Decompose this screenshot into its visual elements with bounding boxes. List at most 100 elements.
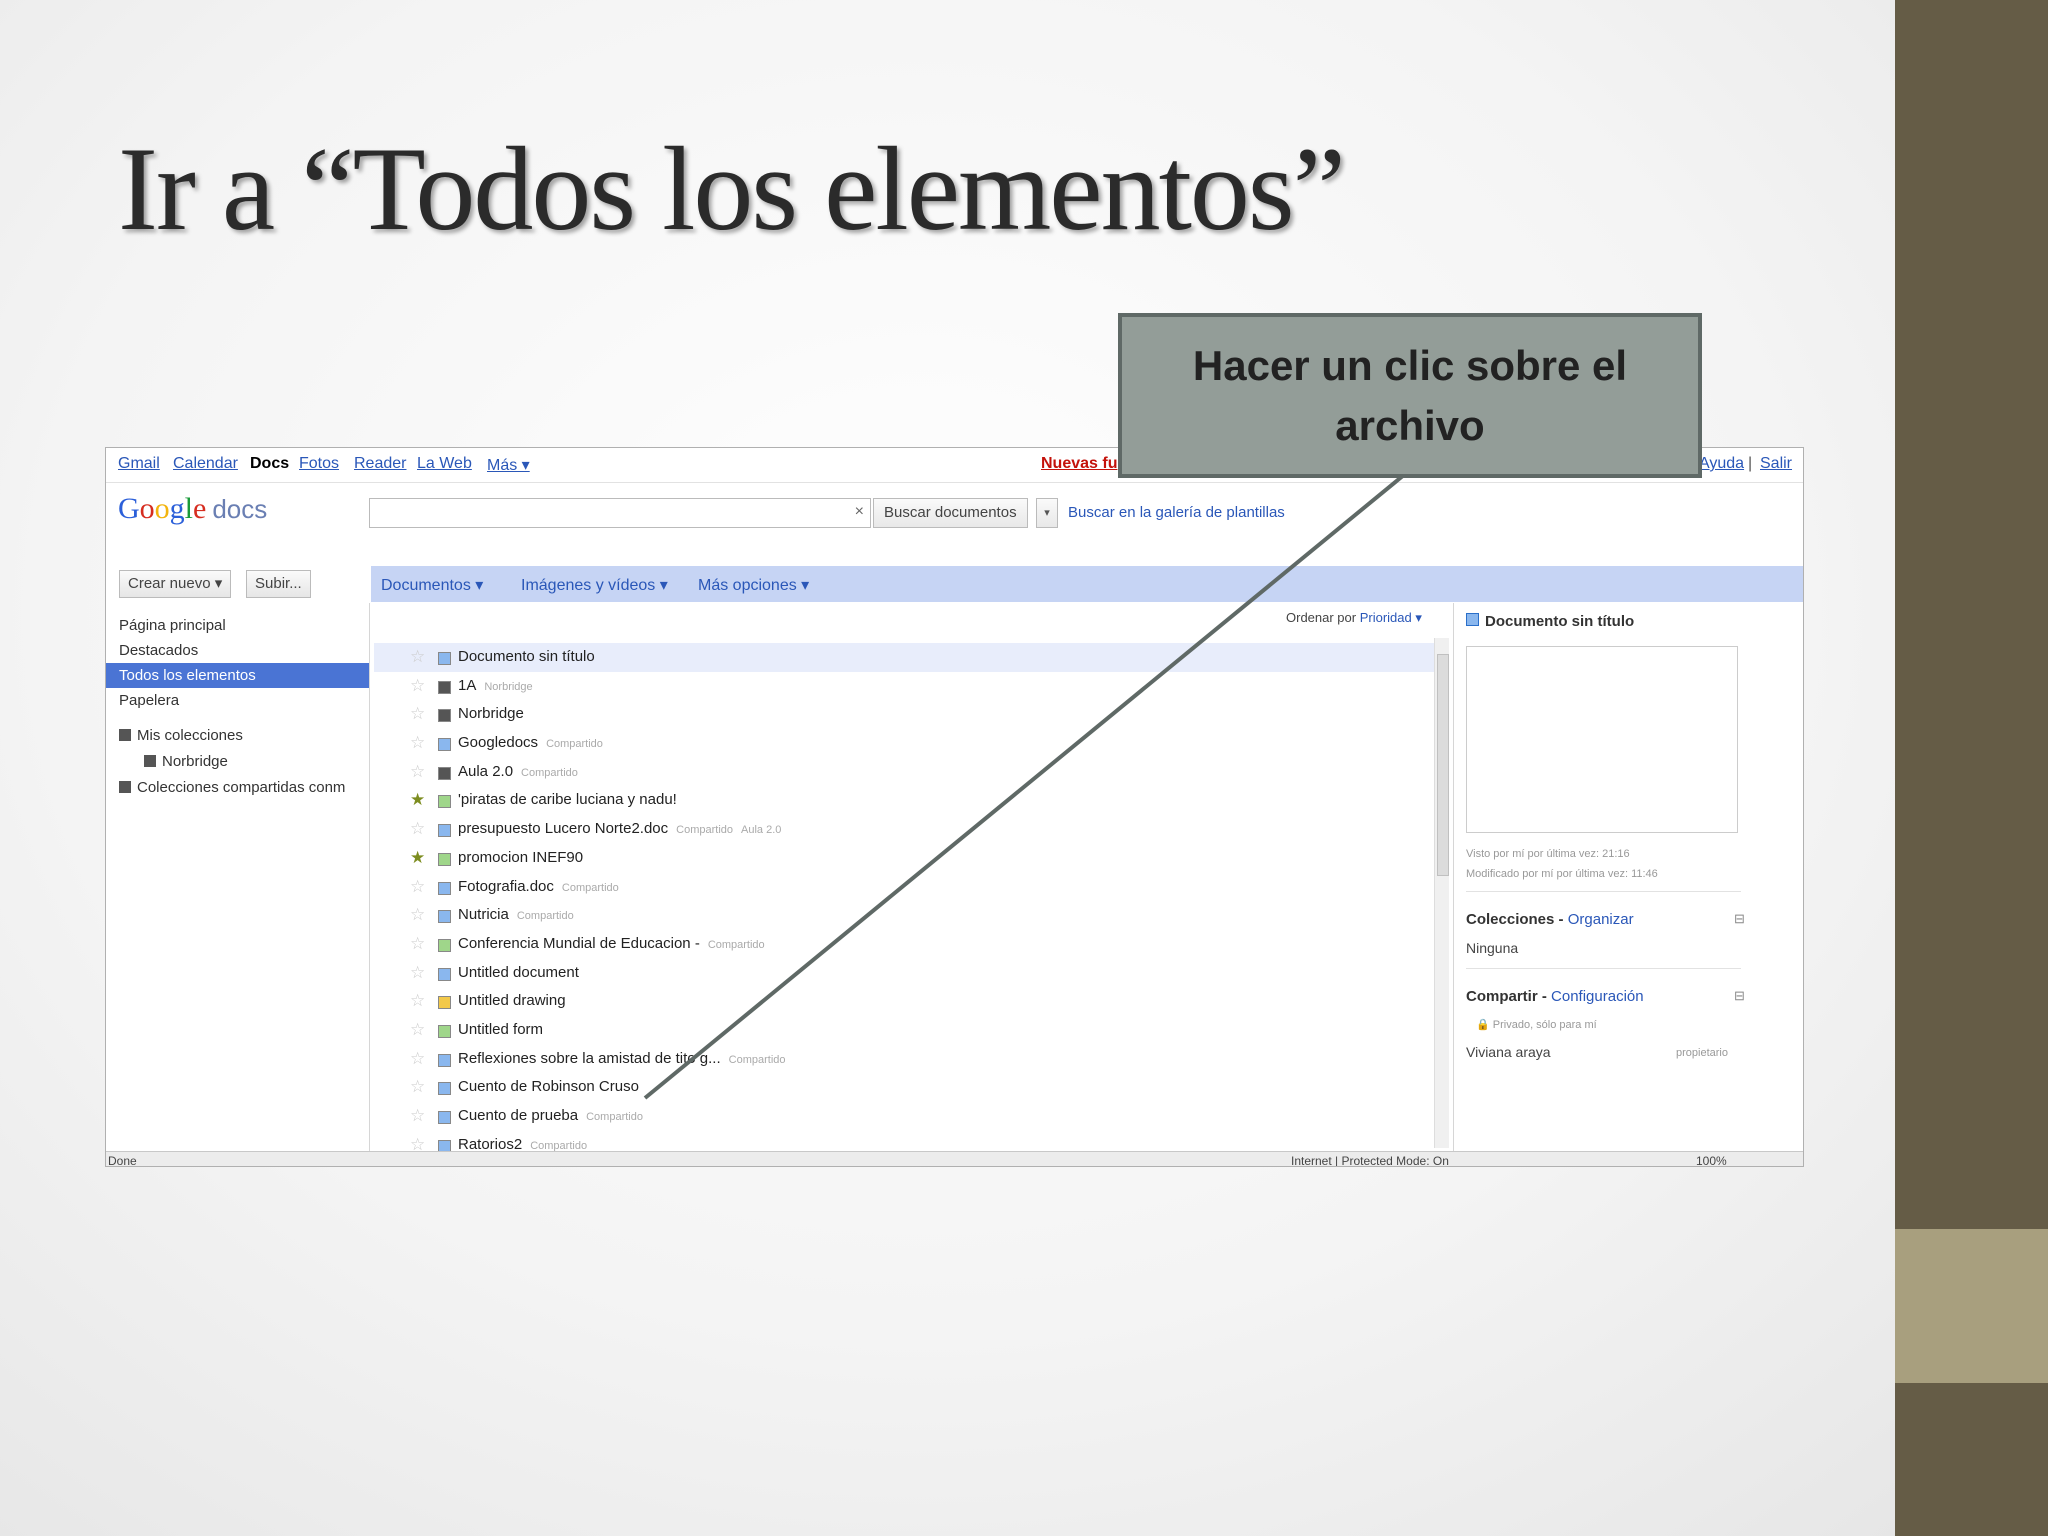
shared-collections-item[interactable]: Colecciones compartidas conm xyxy=(119,779,345,796)
file-name[interactable]: Reflexiones sobre la amistad de tito g..… xyxy=(458,1050,721,1067)
sort-control[interactable]: Ordenar por Prioridad ▾ xyxy=(1286,610,1422,626)
file-type-icon xyxy=(438,652,451,665)
collapse-collections-icon[interactable]: ⊟ xyxy=(1734,911,1745,927)
file-row[interactable]: ☆ Conferencia Mundial de Educacion - Compa… xyxy=(374,930,1439,959)
file-list-scrollbar[interactable] xyxy=(1434,638,1449,1148)
star-icon[interactable]: ☆ xyxy=(410,815,425,844)
file-row[interactable]: ☆ presupuesto Lucero Norte2.doc Compartido… xyxy=(374,815,1439,844)
file-name[interactable]: Untitled drawing xyxy=(458,992,566,1009)
file-row[interactable]: ☆ Fotografia.doc Compartido xyxy=(374,873,1439,902)
star-icon[interactable]: ☆ xyxy=(410,643,425,672)
file-name[interactable]: Googledocs xyxy=(458,734,538,751)
file-row[interactable]: ☆ Googledocs Compartido xyxy=(374,729,1439,758)
star-icon[interactable]: ★ xyxy=(410,786,425,815)
file-type-icon xyxy=(438,967,451,981)
file-row[interactable]: ☆ Untitled drawing xyxy=(374,987,1439,1016)
create-new-button[interactable]: Crear nuevo ▾ xyxy=(119,570,232,598)
star-icon[interactable]: ☆ xyxy=(410,758,425,787)
file-name[interactable]: Conferencia Mundial de Educacion - xyxy=(458,935,700,952)
callout-text: Hacer un clic sobre el archivo xyxy=(1192,341,1628,449)
star-icon[interactable]: ☆ xyxy=(410,873,425,902)
star-icon[interactable]: ★ xyxy=(410,844,425,873)
file-row[interactable]: ★ 'piratas de caribe luciana y nadu! xyxy=(374,786,1439,815)
file-name[interactable]: Nutricia xyxy=(458,906,509,923)
file-name[interactable]: 'piratas de caribe luciana y nadu! xyxy=(458,791,677,808)
search-documents-button[interactable]: Buscar documentos xyxy=(873,498,1028,528)
file-name[interactable]: Documento sin título xyxy=(458,648,595,665)
file-row[interactable]: ☆ Untitled form xyxy=(374,1016,1439,1045)
file-row[interactable]: ☆ Documento sin título xyxy=(374,643,1439,672)
star-icon[interactable]: ☆ xyxy=(410,930,425,959)
nav-item-all-items[interactable]: Todos los elementos xyxy=(106,663,369,688)
file-type-icon xyxy=(438,738,451,752)
toolbar-documents-menu[interactable]: Documentos ▾ xyxy=(381,575,483,595)
gbar-link-new-features[interactable]: Nuevas fu xyxy=(1041,455,1117,473)
collection-norbridge-item[interactable]: Norbridge xyxy=(144,753,228,770)
star-icon[interactable]: ☆ xyxy=(410,729,425,758)
my-collections-item[interactable]: Mis colecciones xyxy=(119,727,243,744)
gbar-link-web[interactable]: La Web xyxy=(417,455,472,473)
left-nav: Página principal Destacados Todos los el… xyxy=(106,613,369,713)
file-name[interactable]: promocion INEF90 xyxy=(458,849,583,866)
share-settings-link[interactable]: Configuración xyxy=(1551,988,1644,1005)
file-type-icon xyxy=(438,766,451,780)
file-name[interactable]: Aula 2.0 xyxy=(458,763,513,780)
google-docs-logo[interactable]: Google docs xyxy=(118,492,267,526)
star-icon[interactable]: ☆ xyxy=(410,901,425,930)
file-row[interactable]: ☆ Norbridge xyxy=(374,700,1439,729)
owner-name: Viviana araya xyxy=(1466,1044,1551,1060)
star-icon[interactable]: ☆ xyxy=(410,700,425,729)
file-name[interactable]: 1A xyxy=(458,677,476,694)
gbar-link-reader[interactable]: Reader xyxy=(354,455,406,473)
star-icon[interactable]: ☆ xyxy=(410,672,425,701)
collapse-share-icon[interactable]: ⊟ xyxy=(1734,988,1745,1004)
file-row[interactable]: ☆ Cuento de prueba Compartido xyxy=(374,1102,1439,1131)
gbar-link-help[interactable]: Ayuda xyxy=(1699,455,1744,473)
search-options-dropdown[interactable]: ▾ xyxy=(1036,498,1058,528)
star-icon[interactable]: ☆ xyxy=(410,1073,425,1102)
document-preview[interactable] xyxy=(1466,646,1738,833)
file-name[interactable]: Untitled form xyxy=(458,1021,543,1038)
gbar-link-more[interactable]: Más ▾ xyxy=(487,455,530,475)
file-name[interactable]: Norbridge xyxy=(458,705,524,722)
file-label: 'piratas de caribe luciana y nadu! xyxy=(458,786,693,816)
search-input[interactable]: × xyxy=(369,498,871,528)
file-row[interactable]: ☆ Reflexiones sobre la amistad de tito g.… xyxy=(374,1045,1439,1074)
nav-item-trash[interactable]: Papelera xyxy=(106,688,369,713)
file-row[interactable]: ★ promocion INEF90 xyxy=(374,844,1439,873)
gbar-link-signout[interactable]: Salir xyxy=(1760,455,1792,473)
toolbar-images-videos-menu[interactable]: Imágenes y vídeos ▾ xyxy=(521,575,668,595)
file-name[interactable]: Fotografia.doc xyxy=(458,878,554,895)
file-name[interactable]: Cuento de prueba xyxy=(458,1107,578,1124)
template-gallery-link[interactable]: Buscar en la galería de plantillas xyxy=(1068,504,1285,521)
star-icon[interactable]: ☆ xyxy=(410,1102,425,1131)
file-row[interactable]: ☆ 1A Norbridge xyxy=(374,672,1439,701)
decorative-bar-bottom xyxy=(1895,1383,2048,1536)
gbar-link-fotos[interactable]: Fotos xyxy=(299,455,339,473)
gbar-link-docs[interactable]: Docs xyxy=(250,455,289,473)
owner-role: propietario xyxy=(1676,1047,1728,1059)
file-name[interactable]: presupuesto Lucero Norte2.doc xyxy=(458,820,668,837)
file-row[interactable]: ☆ Aula 2.0 Compartido xyxy=(374,758,1439,787)
star-icon[interactable]: ☆ xyxy=(410,959,425,988)
file-tag: Compartido xyxy=(516,910,574,923)
star-icon[interactable]: ☆ xyxy=(410,1016,425,1045)
nav-item-home[interactable]: Página principal xyxy=(106,613,369,638)
file-row[interactable]: ☆ Untitled document xyxy=(374,959,1439,988)
upload-button[interactable]: Subir... xyxy=(246,570,311,598)
gbar-link-gmail[interactable]: Gmail xyxy=(118,455,160,473)
toolbar-more-options-menu[interactable]: Más opciones ▾ xyxy=(698,575,809,595)
file-row[interactable]: ☆ Cuento de Robinson Cruso xyxy=(374,1073,1439,1102)
zoom-level[interactable]: 100% xyxy=(1696,1154,1727,1166)
star-icon[interactable]: ☆ xyxy=(410,987,425,1016)
scrollbar-thumb[interactable] xyxy=(1437,654,1449,876)
clear-search-icon[interactable]: × xyxy=(855,503,864,521)
gbar-link-calendar[interactable]: Calendar xyxy=(173,455,238,473)
organize-link[interactable]: Organizar xyxy=(1568,911,1634,928)
file-row[interactable]: ☆ Nutricia Compartido xyxy=(374,901,1439,930)
file-name[interactable]: Cuento de Robinson Cruso xyxy=(458,1078,639,1095)
collection-icon xyxy=(144,755,156,767)
file-name[interactable]: Untitled document xyxy=(458,964,579,981)
nav-item-starred[interactable]: Destacados xyxy=(106,638,369,663)
star-icon[interactable]: ☆ xyxy=(410,1045,425,1074)
